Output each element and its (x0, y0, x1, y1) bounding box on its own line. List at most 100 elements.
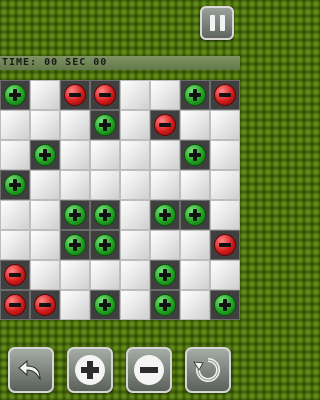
minus-token-icon (4, 264, 26, 286)
board-cell[interactable] (90, 80, 120, 110)
board-cell[interactable] (60, 110, 90, 140)
plus-token-icon (94, 204, 116, 226)
board-cell[interactable] (210, 110, 240, 140)
minus-token-icon (4, 294, 26, 316)
minus-token-icon (214, 234, 236, 256)
board-cell[interactable] (180, 110, 210, 140)
board-cell[interactable] (0, 170, 30, 200)
minus-token-icon (34, 294, 56, 316)
board-cell[interactable] (210, 260, 240, 290)
board-cell[interactable] (90, 200, 120, 230)
board-cell[interactable] (210, 80, 240, 110)
board-cell[interactable] (210, 290, 240, 320)
board-cell[interactable] (150, 230, 180, 260)
plus-token-icon (94, 114, 116, 136)
plus-token-icon (184, 144, 206, 166)
plus-token-icon (64, 234, 86, 256)
board-cell[interactable] (0, 260, 30, 290)
restart-button[interactable] (185, 347, 231, 393)
board-cell[interactable] (150, 80, 180, 110)
board-cell[interactable] (60, 230, 90, 260)
board-cell[interactable] (180, 200, 210, 230)
board-cell[interactable] (180, 290, 210, 320)
restart-icon (193, 357, 221, 382)
board-cell[interactable] (0, 140, 30, 170)
pause-icon-bar (219, 15, 225, 31)
board-cell[interactable] (0, 80, 30, 110)
board-cell[interactable] (30, 230, 60, 260)
minus-token-icon (214, 84, 236, 106)
plus-token-icon (4, 174, 26, 196)
board-cell[interactable] (120, 200, 150, 230)
board-cell[interactable] (210, 170, 240, 200)
board-cell[interactable] (90, 140, 120, 170)
control-bar (0, 340, 240, 400)
board-cell[interactable] (120, 290, 150, 320)
pause-button[interactable] (200, 6, 234, 40)
board-cell[interactable] (90, 110, 120, 140)
board-cell[interactable] (150, 260, 180, 290)
board-cell[interactable] (30, 200, 60, 230)
board-cell[interactable] (180, 80, 210, 110)
plus-token-icon (154, 204, 176, 226)
minus-token-icon (94, 84, 116, 106)
board-cell[interactable] (60, 290, 90, 320)
board-cell[interactable] (0, 110, 30, 140)
minus-token-icon (154, 114, 176, 136)
board-cell[interactable] (120, 230, 150, 260)
game-board (0, 80, 240, 320)
minus-icon (134, 355, 164, 385)
plus-token-icon (154, 294, 176, 316)
plus-icon (75, 355, 105, 385)
board-cell[interactable] (150, 200, 180, 230)
plus-token-icon (214, 294, 236, 316)
board-cell[interactable] (210, 200, 240, 230)
board-cell[interactable] (30, 80, 60, 110)
board-cell[interactable] (120, 80, 150, 110)
board-cell[interactable] (150, 290, 180, 320)
board-cell[interactable] (90, 260, 120, 290)
place-plus-button[interactable] (67, 347, 113, 393)
board-cell[interactable] (30, 170, 60, 200)
board-cell[interactable] (90, 230, 120, 260)
board-cell[interactable] (60, 170, 90, 200)
board-cell[interactable] (180, 260, 210, 290)
plus-token-icon (184, 84, 206, 106)
board-cell[interactable] (210, 230, 240, 260)
timer-bar: TIME: 00 SEC 00 (0, 56, 240, 70)
board-cell[interactable] (30, 110, 60, 140)
board-cell[interactable] (0, 200, 30, 230)
plus-token-icon (4, 84, 26, 106)
board-cell[interactable] (30, 290, 60, 320)
place-minus-button[interactable] (126, 347, 172, 393)
board-cell[interactable] (60, 260, 90, 290)
board-cell[interactable] (120, 140, 150, 170)
plus-token-icon (64, 204, 86, 226)
board-cell[interactable] (90, 170, 120, 200)
board-cell[interactable] (60, 200, 90, 230)
board-cell[interactable] (180, 140, 210, 170)
plus-token-icon (34, 144, 56, 166)
board-cell[interactable] (60, 140, 90, 170)
board-cell[interactable] (30, 260, 60, 290)
board-cell[interactable] (0, 230, 30, 260)
board-cell[interactable] (210, 140, 240, 170)
board-cell[interactable] (0, 290, 30, 320)
board-cell[interactable] (90, 290, 120, 320)
board-cell[interactable] (150, 140, 180, 170)
board-cell[interactable] (180, 170, 210, 200)
undo-button[interactable] (8, 347, 54, 393)
minus-token-icon (64, 84, 86, 106)
board-cell[interactable] (150, 170, 180, 200)
board-cell[interactable] (150, 110, 180, 140)
plus-token-icon (94, 294, 116, 316)
board-cell[interactable] (30, 140, 60, 170)
plus-token-icon (94, 234, 116, 256)
board-cell[interactable] (60, 80, 90, 110)
board-cell[interactable] (180, 230, 210, 260)
board-cell[interactable] (120, 260, 150, 290)
pause-icon (209, 15, 215, 31)
board-cell[interactable] (120, 170, 150, 200)
plus-token-icon (184, 204, 206, 226)
board-cell[interactable] (120, 110, 150, 140)
